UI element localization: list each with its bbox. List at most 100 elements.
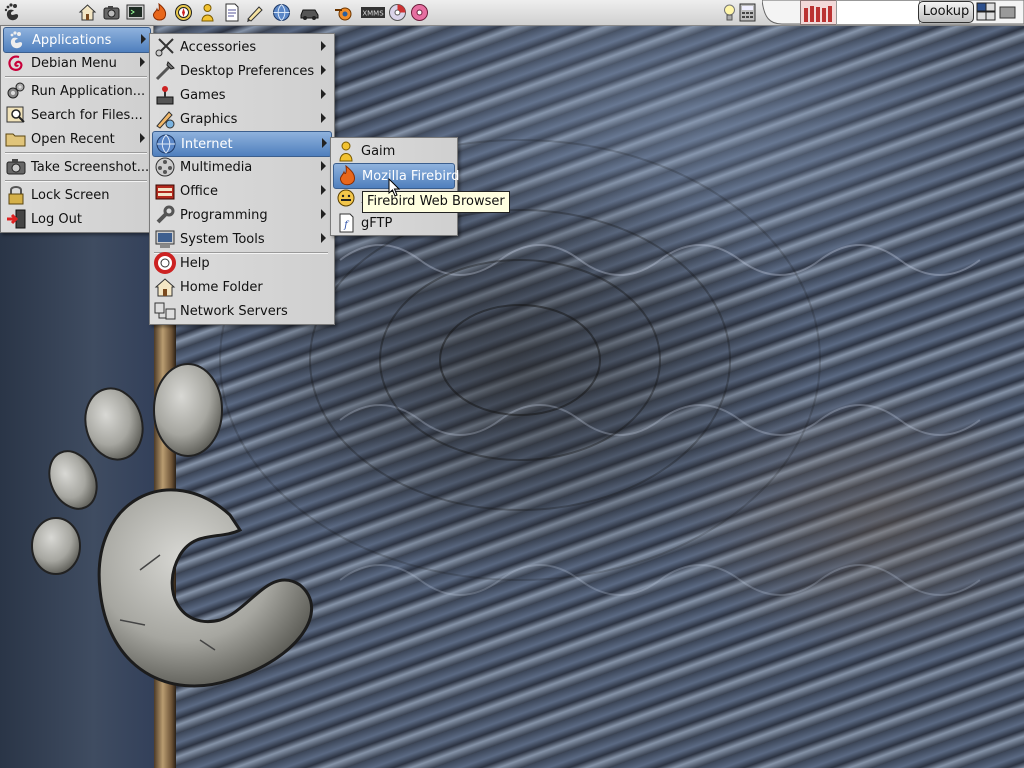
- menu-item-label: Games: [180, 87, 226, 103]
- submenu-arrow-icon: [321, 185, 326, 195]
- menu-item-open-recent[interactable]: Open Recent: [3, 127, 149, 151]
- menu-item-label: Gaim: [361, 143, 396, 159]
- lookup-button[interactable]: Lookup: [918, 1, 974, 23]
- menu-item-debian-menu[interactable]: Debian Menu: [3, 51, 149, 75]
- menu-item-log-out[interactable]: Log Out: [3, 207, 149, 231]
- wrench-icon: [156, 205, 175, 224]
- network-icon: [154, 302, 176, 320]
- logout-icon: [7, 209, 26, 229]
- menu-item-take-screenshot[interactable]: Take Screenshot...: [3, 155, 149, 179]
- accessories-icon: [155, 38, 174, 57]
- menu-item-label: Internet: [181, 136, 233, 152]
- menu-item-graphics[interactable]: Graphics: [152, 107, 330, 131]
- dictionary-lookup-input[interactable]: [836, 0, 920, 25]
- lifebuoy-icon: [154, 252, 176, 274]
- joystick-icon: [156, 86, 174, 105]
- gaim-icon[interactable]: [198, 3, 217, 22]
- submenu-arrow-icon: [140, 57, 145, 67]
- submenu-arrow-icon: [141, 34, 146, 44]
- menu-item-label: Programming: [180, 207, 268, 223]
- submenu-arrow-icon: [140, 133, 145, 143]
- gnome-foot-logo-icon: [31, 363, 313, 688]
- lock-icon: [8, 186, 24, 205]
- tooltip: Firebird Web Browser: [362, 191, 510, 213]
- menu-item-label: Open Recent: [31, 131, 115, 147]
- submenu-arrow-icon: [321, 41, 326, 51]
- submenu-arrow-icon: [321, 161, 326, 171]
- menu-item-label: Office: [180, 183, 218, 199]
- menu-separator: [5, 76, 147, 78]
- gftp-icon: f: [339, 213, 354, 233]
- car-icon[interactable]: [300, 3, 319, 22]
- applications-menu: Accessories Desktop Preferences Games Gr…: [149, 33, 335, 325]
- home-icon: [154, 278, 176, 297]
- camera-icon[interactable]: [102, 3, 121, 22]
- graphics-icon: [156, 111, 175, 129]
- xmms-icon[interactable]: XMMS: [360, 3, 386, 22]
- menu-item-programming[interactable]: Programming: [152, 203, 330, 227]
- home-icon[interactable]: [78, 3, 97, 22]
- menu-item-gftp[interactable]: f gFTP: [333, 211, 453, 235]
- submenu-arrow-icon: [321, 113, 326, 123]
- main-menu: Applications Debian Menu Run Application…: [0, 25, 154, 233]
- notification-area-icon[interactable]: [998, 3, 1017, 22]
- menu-item-label: Debian Menu: [31, 55, 117, 71]
- menu-item-label: gFTP: [361, 215, 393, 231]
- menu-separator: [5, 180, 147, 182]
- camera-icon: [6, 159, 26, 175]
- search-files-icon: [6, 106, 25, 123]
- menu-item-network-servers[interactable]: Network Servers: [152, 299, 330, 323]
- menu-item-desktop-preferences[interactable]: Desktop Preferences: [152, 59, 330, 83]
- cd-icon[interactable]: [410, 3, 429, 22]
- cpu-load-monitor[interactable]: [800, 0, 838, 25]
- svg-text:XMMS: XMMS: [362, 10, 384, 18]
- globe-icon[interactable]: [272, 3, 291, 22]
- menu-item-label: Lock Screen: [31, 187, 110, 203]
- film-reel-icon: [155, 157, 175, 177]
- submenu-arrow-icon: [322, 138, 327, 148]
- menu-item-label: Home Folder: [180, 279, 263, 295]
- run-gears-icon: [7, 82, 25, 99]
- menu-item-games[interactable]: Games: [152, 83, 330, 107]
- submenu-arrow-icon: [321, 233, 326, 243]
- menu-item-multimedia[interactable]: Multimedia: [152, 155, 330, 179]
- mouse-pointer-icon: [388, 178, 401, 197]
- menu-item-label: Network Servers: [180, 303, 288, 319]
- preferences-icon: [155, 61, 175, 81]
- workspace-switcher-icon[interactable]: [976, 2, 996, 22]
- menu-item-lock-screen[interactable]: Lock Screen: [3, 183, 149, 207]
- gaim-icon: [339, 141, 353, 162]
- menu-item-label: Desktop Preferences: [180, 63, 315, 79]
- submenu-arrow-icon: [321, 65, 326, 75]
- menu-item-home-folder[interactable]: Home Folder: [152, 275, 330, 299]
- menu-item-run-application[interactable]: Run Application...: [3, 79, 149, 103]
- submenu-arrow-icon: [321, 209, 326, 219]
- menu-item-office[interactable]: Office: [152, 179, 330, 203]
- menu-item-search-for-files[interactable]: Search for Files...: [3, 103, 149, 127]
- menu-item-system-tools[interactable]: System Tools: [152, 227, 330, 251]
- globe-icon: [156, 134, 176, 154]
- cd-player-icon[interactable]: [388, 3, 407, 22]
- top-panel: XMMS Lookup: [0, 0, 1024, 26]
- menu-item-applications[interactable]: Applications: [3, 27, 151, 53]
- firebird-icon[interactable]: [150, 3, 169, 22]
- menu-item-label: Help: [180, 255, 210, 271]
- folder-icon: [5, 133, 26, 147]
- pen-icon[interactable]: [246, 3, 265, 22]
- blender-icon[interactable]: [334, 3, 353, 22]
- menu-item-label: Run Application...: [31, 83, 146, 99]
- calculator-icon[interactable]: [738, 3, 757, 22]
- menu-item-internet[interactable]: Internet: [152, 131, 332, 157]
- menu-item-gaim[interactable]: Gaim: [333, 139, 453, 163]
- menu-item-label: Graphics: [180, 111, 238, 127]
- firebird-icon: [339, 165, 355, 186]
- monitor-icon: [155, 230, 175, 248]
- terminal-icon[interactable]: [126, 3, 145, 22]
- gnome-foot-menu-icon[interactable]: [2, 2, 24, 23]
- menu-item-help[interactable]: Help: [152, 251, 330, 275]
- compass-icon[interactable]: [174, 3, 193, 22]
- lightbulb-icon[interactable]: [720, 3, 739, 22]
- menu-item-accessories[interactable]: Accessories: [152, 35, 330, 59]
- menu-item-label: Multimedia: [180, 159, 253, 175]
- document-icon[interactable]: [222, 3, 241, 22]
